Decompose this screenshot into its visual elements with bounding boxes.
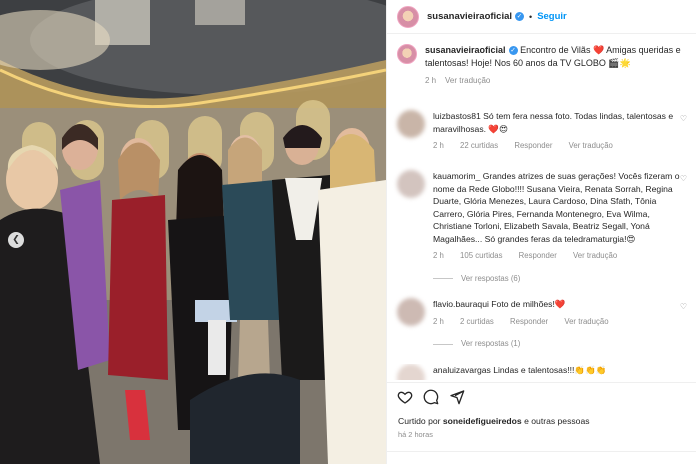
verified-badge-icon: ✓ [508,46,518,56]
reply-button[interactable]: Responder [514,141,552,150]
heart-icon[interactable]: ♡ [680,302,687,311]
comment-age: 2 h [433,251,444,260]
liked-prefix: Curtido por [398,416,443,426]
comment-item: luizbastos81 Só tem fera nessa foto. Tod… [387,110,696,153]
comment-username[interactable]: analuizavargas [433,365,491,375]
comment-age: 2 h [433,141,444,150]
caption-translate-link[interactable]: Ver tradução [445,76,490,85]
comment-likes[interactable]: 2 curtidas [460,317,494,326]
post-actions [387,382,696,405]
comment-text: Lindas e talentosas!!!👏👏👏 [493,365,607,375]
liked-by: Curtido por soneidefigueiredos e outras … [398,416,590,426]
heart-icon[interactable] [397,389,413,405]
heart-icon[interactable]: ♡ [680,174,687,183]
follow-button[interactable]: Seguir [537,11,567,22]
post-panel: susanavieiraoficial ✓ • Seguir susanavie… [386,0,696,464]
comment-text: Grandes atrizes de suas gerações! Vocês … [433,171,680,244]
comment-likes[interactable]: 22 curtidas [460,141,498,150]
post-caption: susanavieiraoficial ✓ Encontro de Vilãs ❤… [387,34,696,87]
avatar[interactable] [397,5,419,28]
post-timestamp: há 2 horas [398,430,433,439]
comment-age: 2 h [433,316,444,326]
caption-age: 2 h [425,76,437,85]
liked-suffix: e outras pessoas [521,416,590,426]
verified-badge-icon: ✓ [515,12,525,21]
post-header: susanavieiraoficial ✓ • Seguir [387,0,696,34]
view-replies-button[interactable]: Ver respostas (1) [433,338,687,351]
share-icon[interactable] [449,389,465,405]
reply-button[interactable]: Responder [510,317,548,326]
commenter-avatar[interactable] [397,170,425,198]
author-username[interactable]: susanavieiraoficial [427,11,512,22]
photo-illustration [0,0,386,464]
comment-item: flavio.bauraqui Foto de milhões!❤️ 2 h 2… [387,298,696,351]
comment-item: analuizavargas Lindas e talentosas!!!👏👏👏 [387,364,696,380]
commenter-avatar[interactable] [397,364,425,380]
view-replies-button[interactable]: Ver respostas (6) [433,273,687,286]
comment-likes[interactable]: 105 curtidas [460,251,502,260]
commenter-avatar[interactable] [397,298,425,326]
chevron-left-icon[interactable]: ❮ [8,232,24,248]
commenter-avatar[interactable] [397,110,425,138]
reply-button[interactable]: Responder [519,251,557,260]
comment-item: kauamorim_ Grandes atrizes de suas geraç… [387,170,696,285]
comment-username[interactable]: flavio.bauraqui [433,299,489,309]
post-photo[interactable]: ❮ [0,0,386,464]
caption-avatar[interactable] [397,44,417,64]
comment-icon[interactable] [423,389,439,405]
separator-dot: • [529,11,533,22]
add-comment-area[interactable] [387,451,696,464]
heart-icon[interactable]: ♡ [680,114,687,123]
comment-username[interactable]: luizbastos81 [433,111,481,121]
comment-username[interactable]: kauamorim_ [433,171,480,181]
comment-text: Foto de milhões!❤️ [491,299,566,309]
translate-link[interactable]: Ver tradução [573,251,617,260]
translate-link[interactable]: Ver tradução [569,141,613,150]
liked-by-user[interactable]: soneidefigueiredos [443,416,522,426]
translate-link[interactable]: Ver tradução [564,317,608,326]
caption-username[interactable]: susanavieiraoficial [425,45,506,55]
